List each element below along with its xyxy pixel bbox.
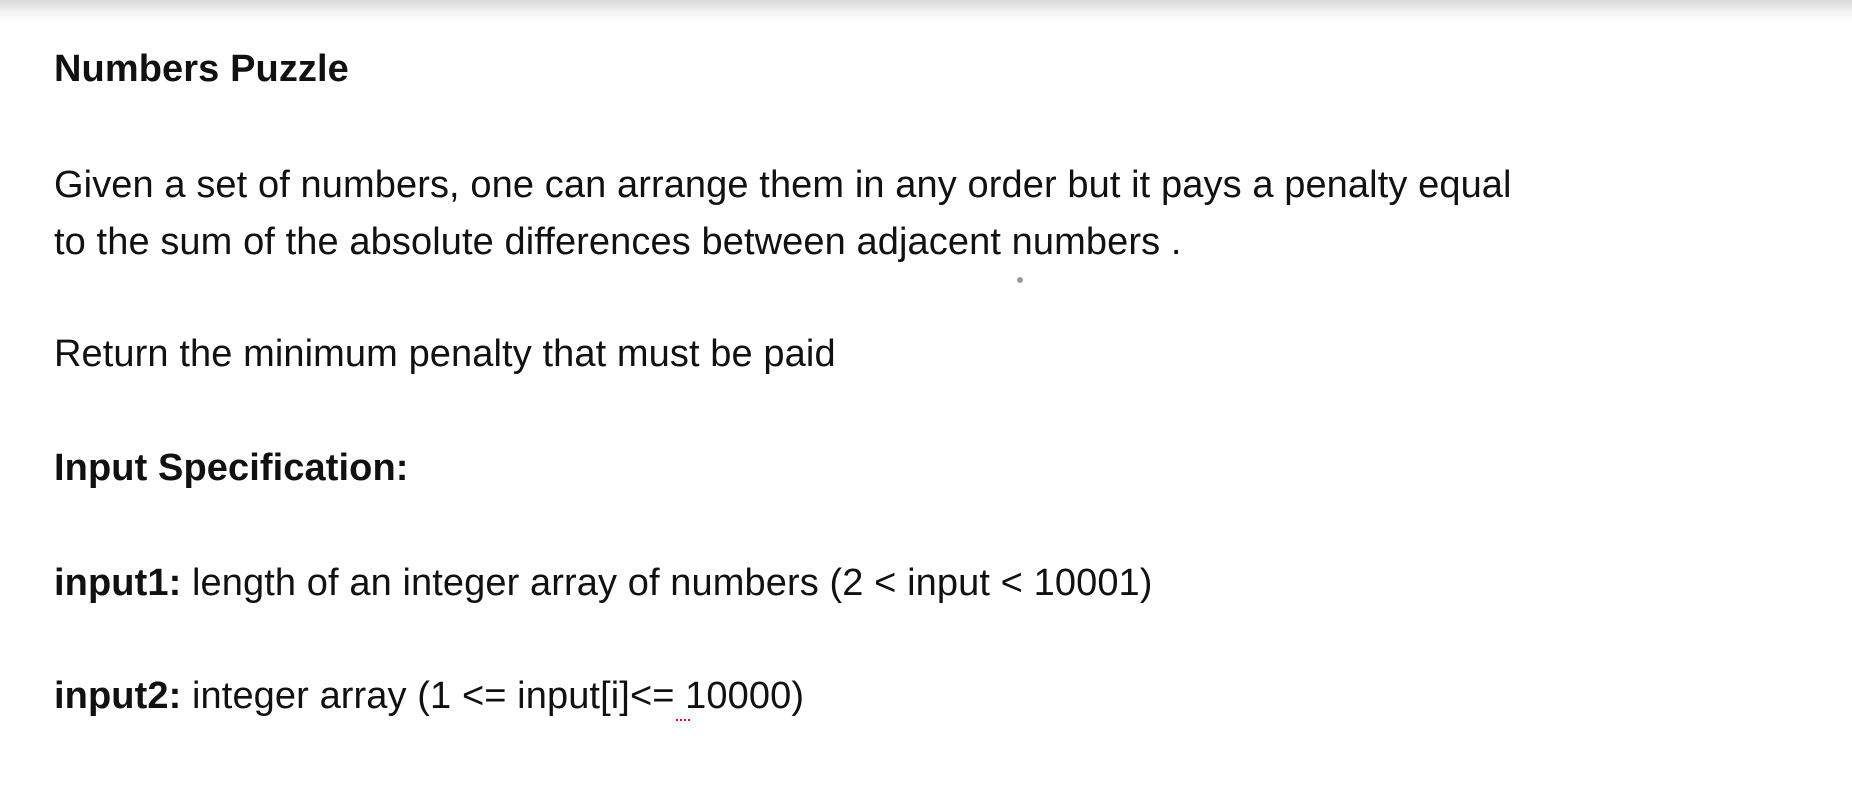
task-statement: Return the minimum penalty that must be … — [54, 333, 836, 375]
window-top-shadow — [0, 0, 1852, 22]
input1-description: length of an integer array of numbers (2… — [192, 562, 1153, 604]
input1-label: input1: — [54, 562, 182, 604]
input-spec-heading: Input Specification: — [54, 447, 409, 489]
spellcheck-underline — [676, 716, 690, 721]
page-title: Numbers Puzzle — [54, 48, 349, 90]
description-line-1: Given a set of numbers, one can arrange … — [54, 164, 1512, 206]
mouse-cursor-dot — [1017, 277, 1023, 283]
input2-label: input2: — [54, 675, 182, 717]
input2-description: integer array (1 <= input[i]<= 10000) — [192, 675, 805, 717]
input2-spec: input2: integer array (1 <= input[i]<= 1… — [54, 673, 804, 719]
description-line-2: to the sum of the absolute differences b… — [54, 221, 1182, 263]
input1-spec: input1: length of an integer array of nu… — [54, 560, 1153, 606]
